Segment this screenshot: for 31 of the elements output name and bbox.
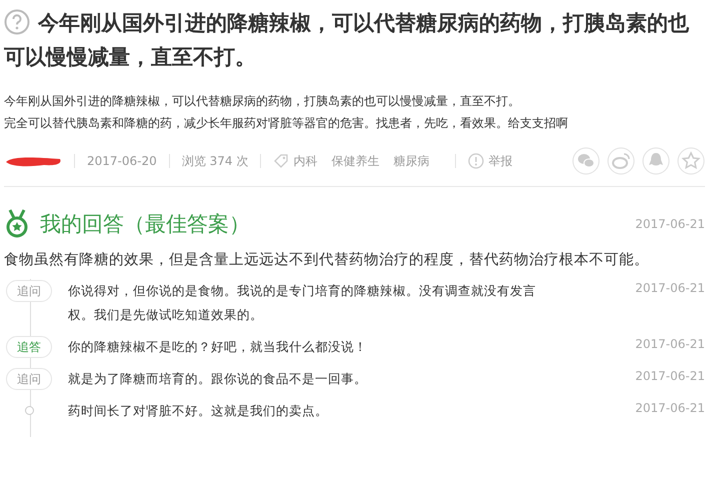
follow-up-answer-tag: 追答 [6,336,52,358]
follow-up-text: 就是为了降糖而培育的。跟你说的食品不是一回事。 [68,370,368,388]
answer-date: 2017-06-21 [635,217,705,231]
follow-up-text: 你说得对，但你说的是食物。我说的是专门培育的降糖辣椒。没有调查就没有发言权。我们是先做试吃知道效果的。 [68,282,537,324]
warning-icon [468,153,484,169]
weibo-share-icon[interactable] [607,147,635,175]
penguin-share-icon[interactable] [642,147,670,175]
question-description: 今年刚从国外引进的降糖辣椒，可以代替糖尿病的药物，打胰岛素的也可以慢慢减量，直至不打。 [4,93,521,110]
question-title: 今年刚从国外引进的降糖辣椒，可以代替糖尿病的药物，打胰岛素的也可以慢慢减量，直至不打。 [4,8,690,71]
follow-up-question-tag: 追问 [6,368,52,390]
timeline-dot [24,406,34,415]
tag-icon [273,153,290,169]
question-date: 2017-06-20 [87,154,157,168]
follow-up-date: 2017-06-21 [635,336,705,351]
answer-heading: 我的回答（最佳答案） [40,211,250,238]
tag-link[interactable]: 糖尿病 [393,152,430,170]
answer-text: 食物虽然有降糖的效果，但是含量上远远达不到代替药物治疗的程度，替代药物治疗根本不可能。 [4,250,650,270]
follow-up-text: 药时间长了对肾脏不好。这就是我们的卖点。 [68,402,329,420]
follow-up-date: 2017-06-21 [635,368,705,383]
view-count: 浏览 374 次 [182,152,248,170]
report-link[interactable]: 举报 [488,152,512,170]
tag-link[interactable]: 内科 [293,152,318,170]
medal-icon [4,209,30,239]
chat-share-icon[interactable] [572,147,600,175]
follow-up-date: 2017-06-21 [635,400,705,415]
follow-up-question-tag: 追问 [6,280,52,302]
question-description: 完全可以替代胰岛素和降糖的药，减少长年服药对肾脏等器官的危害。找患者，先吃，看效果。给支支招啊 [4,115,569,132]
follow-up-date: 2017-06-21 [635,280,705,295]
follow-up-text: 你的降糖辣椒不是吃的？好吧，就当我什么都没说！ [68,338,368,356]
question-icon [4,9,30,35]
tag-link[interactable]: 保健养生 [331,152,380,170]
